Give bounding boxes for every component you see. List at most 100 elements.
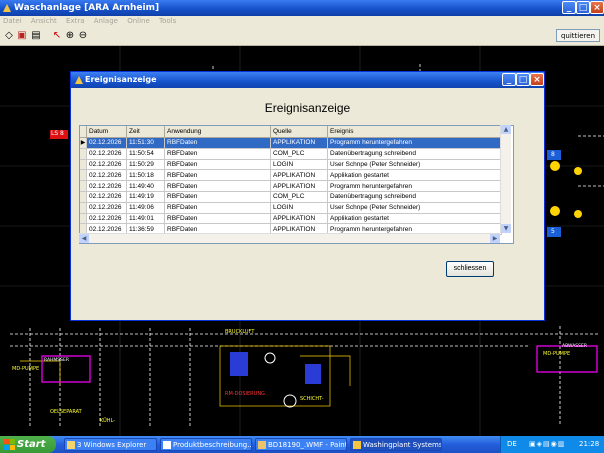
event-table[interactable]: Datum Zeit Anwendung Quelle Ereignis ▶ 0… <box>79 125 514 244</box>
cell-anwendung: RBFDaten <box>164 202 271 214</box>
document-icon[interactable]: ▤ <box>29 29 43 42</box>
task-produktbeschreibung[interactable]: Produktbeschreibung... <box>160 438 252 451</box>
zoom-in-icon[interactable]: ⊕ <box>63 29 77 42</box>
md-pumpe-right-label: MD-PUMPE <box>543 351 571 357</box>
taskbar: Start 3 Windows Explorer Produktbeschrei… <box>0 436 604 453</box>
cell-anwendung: RBFDaten <box>164 213 271 225</box>
cell-datum: 02.12.2026 <box>86 202 127 214</box>
clock: 21:28 <box>579 440 600 448</box>
cell-zeit: 11:51:30 <box>126 137 165 149</box>
cell-zeit: 11:49:01 <box>126 213 165 225</box>
task-paint[interactable]: BD18190_.WMF - Paint <box>255 438 347 451</box>
cell-datum: 02.12.2026 <box>86 148 127 160</box>
menu-datei[interactable]: Datei <box>3 17 22 25</box>
dialog-maximize-button[interactable]: □ <box>516 73 530 86</box>
cell-ereignis: User Schnpe (Peter Schneider) <box>327 159 502 171</box>
task-windows-explorer[interactable]: 3 Windows Explorer <box>64 438 157 451</box>
dialog-close-icon-button[interactable]: × <box>530 73 544 86</box>
vertical-scrollbar[interactable]: ▲ ▼ <box>500 125 511 233</box>
col-datum[interactable]: Datum <box>86 126 127 138</box>
maximize-button[interactable]: □ <box>576 1 590 14</box>
main-window-title: Waschanlage [ARA Arnheim] <box>14 3 160 13</box>
cell-zeit: 11:49:40 <box>126 180 165 192</box>
menu-ansicht[interactable]: Ansicht <box>31 17 57 25</box>
menu-online[interactable]: Online <box>127 17 150 25</box>
cell-ereignis: Programm heruntergefahren <box>327 180 502 192</box>
close-dialog-button[interactable]: schliessen <box>446 261 494 277</box>
col-zeit[interactable]: Zeit <box>126 126 165 138</box>
scroll-down-icon[interactable]: ▼ <box>501 224 511 233</box>
cell-quelle: APPLIKATION <box>270 169 328 182</box>
tank-5-label: 5 <box>551 228 555 235</box>
task-label: BD18190_.WMF - Paint <box>268 441 347 449</box>
cell-zeit: 11:49:19 <box>126 191 165 203</box>
table-row[interactable]: 02.12.2026 11:49:40 RBFDaten APPLIKATION… <box>80 180 502 192</box>
menu-tools[interactable]: Tools <box>159 17 176 25</box>
scroll-right-icon[interactable]: ▶ <box>490 234 500 243</box>
col-quelle[interactable]: Quelle <box>270 126 328 138</box>
cell-anwendung: RBFDaten <box>164 180 271 192</box>
minimize-button[interactable]: _ <box>562 1 576 14</box>
table-row[interactable]: 02.12.2026 11:49:01 RBFDaten APPLIKATION… <box>80 213 502 225</box>
event-log-dialog: Ereignisanzeige _ □ × Ereignisanzeige Da… <box>70 71 545 321</box>
dialog-app-icon <box>75 76 83 84</box>
cell-quelle: APPLIKATION <box>270 137 328 149</box>
cell-ereignis: Applikation gestartet <box>327 213 502 225</box>
table-row[interactable]: 02.12.2026 11:50:29 RBFDaten LOGIN User … <box>80 159 502 171</box>
dialog-title-bar: Ereignisanzeige _ □ × <box>71 72 544 88</box>
table-row[interactable]: 02.12.2026 11:50:54 RBFDaten COM_PLC Dat… <box>80 148 502 160</box>
oelseparat-label: OELSEPARAT <box>50 409 82 415</box>
cell-ereignis: User Schnpe (Peter Schneider) <box>327 202 502 214</box>
document-icon <box>163 441 171 449</box>
cell-anwendung: RBFDaten <box>164 169 271 182</box>
cell-quelle: COM_PLC <box>270 148 328 160</box>
dialog-heading: Ereignisanzeige <box>264 101 351 115</box>
cell-anwendung: RBFDaten <box>164 159 271 171</box>
menu-anlage[interactable]: Anlage <box>94 17 118 25</box>
task-washingplant[interactable]: Washingplant Systems <box>350 438 442 451</box>
app-icon <box>353 441 361 449</box>
start-button[interactable]: Start <box>0 436 56 453</box>
dialog-minimize-button[interactable]: _ <box>502 73 516 86</box>
cell-datum: 02.12.2026 <box>86 213 127 225</box>
cell-quelle: LOGIN <box>270 202 328 214</box>
cell-zeit: 11:49:06 <box>126 202 165 214</box>
scroll-left-icon[interactable]: ◀ <box>79 234 89 243</box>
cell-datum: 02.12.2026 <box>86 180 127 192</box>
zoom-out-icon[interactable]: ⊖ <box>76 29 90 42</box>
table-row[interactable]: ▶ 02.12.2026 11:51:30 RBFDaten APPLIKATI… <box>80 137 502 149</box>
cell-datum: 02.12.2026 <box>86 159 127 171</box>
folder-icon <box>67 441 75 449</box>
cell-quelle: LOGIN <box>270 159 328 171</box>
col-anwendung[interactable]: Anwendung <box>164 126 271 138</box>
menu-extra[interactable]: Extra <box>66 17 84 25</box>
abwasser-label: ABWASSER <box>562 344 587 349</box>
table-row[interactable]: 02.12.2026 11:49:06 RBFDaten LOGIN User … <box>80 202 502 214</box>
tray-icons[interactable]: ▣◈▤◉▥ <box>529 436 565 453</box>
cell-anwendung: RBFDaten <box>164 137 271 149</box>
task-label: 3 Windows Explorer <box>77 441 147 449</box>
cell-anwendung: RBFDaten <box>164 148 271 160</box>
table-row[interactable]: 02.12.2026 11:50:18 RBFDaten APPLIKATION… <box>80 169 502 182</box>
print-icon[interactable]: ▣ <box>15 29 29 42</box>
close-window-button[interactable]: × <box>590 1 604 14</box>
kuehl-label: KÜHL- <box>100 418 116 424</box>
quit-button[interactable]: quittieren <box>556 29 600 42</box>
cell-datum: 02.12.2026 <box>86 137 127 149</box>
cell-quelle: APPLIKATION <box>270 180 328 192</box>
horizontal-scrollbar[interactable]: ◀ ▶ <box>79 233 500 243</box>
rahmsser-label: RAHMSSER <box>44 358 69 363</box>
scroll-up-icon[interactable]: ▲ <box>501 125 511 134</box>
dialog-title: Ereignisanzeige <box>85 75 157 84</box>
task-label: Produktbeschreibung... <box>173 441 252 449</box>
language-indicator[interactable]: DE <box>507 436 517 453</box>
ls8-label: LS 8 <box>51 130 64 137</box>
home-icon[interactable]: ◇ <box>2 29 16 42</box>
cell-quelle: COM_PLC <box>270 191 328 203</box>
table-row[interactable]: 02.12.2026 11:49:19 RBFDaten COM_PLC Dat… <box>80 191 502 203</box>
cell-anwendung: RBFDaten <box>164 191 271 203</box>
schicht-label: SCHICHT- <box>300 396 324 402</box>
app-icon <box>3 4 11 12</box>
pointer-icon[interactable]: ↖ <box>50 29 64 42</box>
col-ereignis[interactable]: Ereignis <box>327 126 502 138</box>
